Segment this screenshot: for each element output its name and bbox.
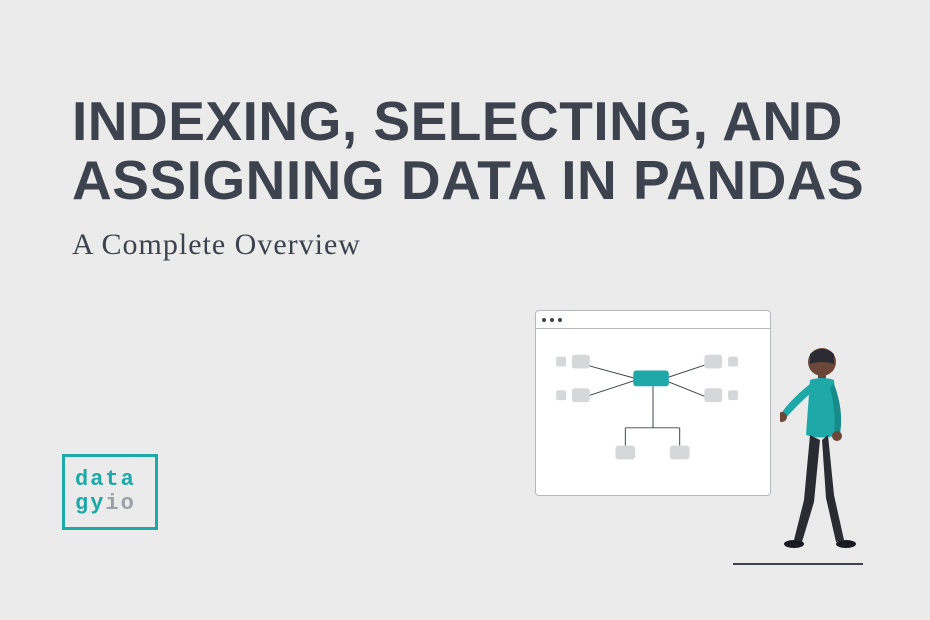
window-control-dot (558, 318, 562, 322)
network-diagram (536, 329, 770, 495)
datagy-logo: data gyio (62, 454, 158, 530)
logo-text-line1: data (75, 468, 155, 492)
browser-window-icon (535, 310, 771, 496)
window-control-dot (542, 318, 546, 322)
diagram-svg-icon (536, 329, 770, 495)
page-subtitle: A Complete Overview (72, 228, 361, 262)
person-illustration-icon (780, 340, 870, 560)
logo-io: io (105, 492, 135, 516)
browser-titlebar (536, 311, 770, 329)
logo-gy: gy (75, 492, 105, 516)
window-control-dot (550, 318, 554, 322)
illustration-container (535, 300, 865, 565)
logo-text-line2: gyio (75, 492, 155, 516)
page-title: INDEXING, SELECTING, AND ASSIGNING DATA … (72, 92, 930, 211)
ground-shadow (733, 563, 863, 565)
